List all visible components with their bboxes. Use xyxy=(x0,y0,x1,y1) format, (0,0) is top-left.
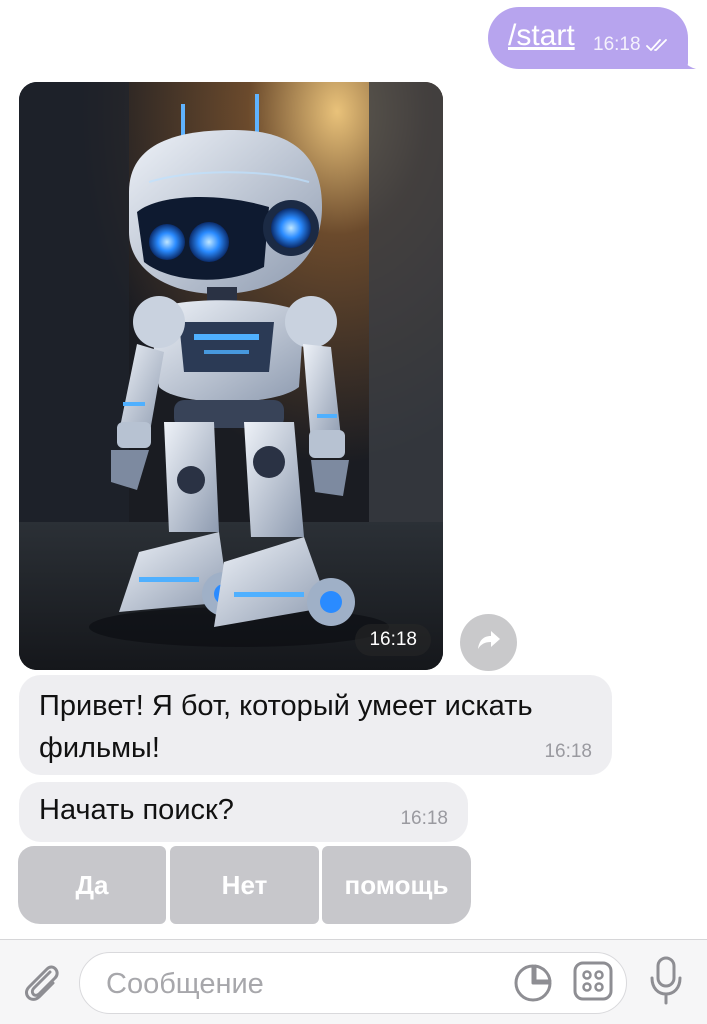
photo-time: 16:18 xyxy=(355,624,431,656)
command-link[interactable]: /start xyxy=(508,19,575,53)
yes-button[interactable]: Да xyxy=(18,846,166,924)
message-input[interactable] xyxy=(104,965,508,1003)
message-text: Начать поиск? xyxy=(39,794,234,826)
help-button[interactable]: помощь xyxy=(322,846,471,924)
message-time: 16:18 xyxy=(400,808,448,829)
message-time: 16:18 xyxy=(544,741,592,762)
double-check-icon xyxy=(646,38,672,57)
forward-button[interactable] xyxy=(460,614,517,671)
message-text: Привет! Я бот, который умеет искать филь… xyxy=(39,690,533,764)
robot-image[interactable]: 16:18 xyxy=(19,82,443,670)
forward-arrow-icon xyxy=(476,629,502,656)
microphone-icon[interactable] xyxy=(648,956,684,1011)
bot-menu-icon[interactable] xyxy=(573,961,613,1006)
outgoing-message[interactable]: /start 16:18 xyxy=(488,7,688,69)
no-button[interactable]: Нет xyxy=(170,846,319,924)
sticker-icon[interactable] xyxy=(513,963,553,1008)
incoming-message[interactable]: Привет! Я бот, который умеет искать филь… xyxy=(19,675,612,775)
paperclip-icon[interactable] xyxy=(20,960,62,1009)
incoming-message[interactable]: Начать поиск? 16:18 xyxy=(19,782,468,842)
message-time: 16:18 xyxy=(593,34,641,55)
